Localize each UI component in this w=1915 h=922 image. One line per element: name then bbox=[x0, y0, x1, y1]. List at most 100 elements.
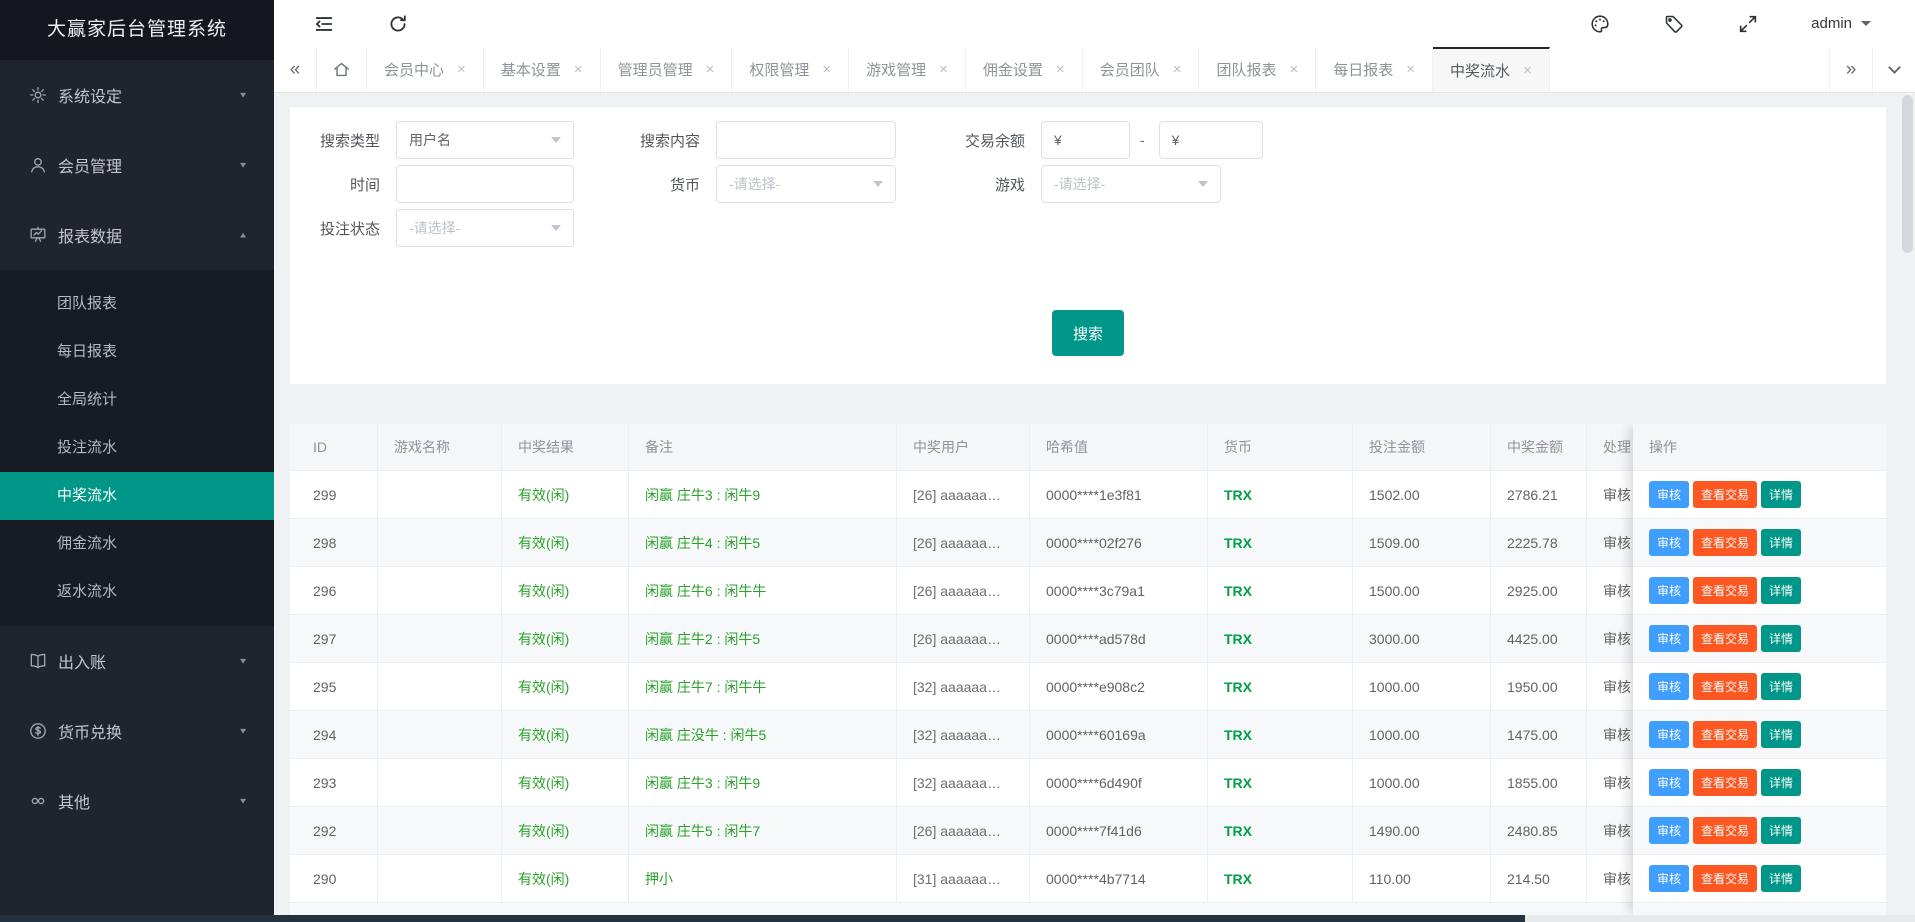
time-input[interactable] bbox=[396, 165, 574, 203]
audit-button[interactable]: 审核 bbox=[1649, 673, 1689, 700]
sidebar-item-member[interactable]: 会员管理▼ bbox=[0, 130, 274, 200]
tabs-strip: 会员中心×基本设置×管理员管理×权限管理×游戏管理×佣金设置×会员团队×团队报表… bbox=[367, 47, 1550, 92]
vertical-scrollbar-thumb[interactable] bbox=[1902, 95, 1913, 253]
tab-7[interactable]: 会员团队 × bbox=[1083, 47, 1200, 92]
detail-button[interactable]: 详情 bbox=[1761, 481, 1801, 508]
view-transaction-button[interactable]: 查看交易 bbox=[1693, 577, 1757, 604]
view-transaction-button[interactable]: 查看交易 bbox=[1693, 481, 1757, 508]
tab-operations-button[interactable] bbox=[1872, 47, 1915, 92]
refresh-icon[interactable] bbox=[387, 13, 409, 35]
sidebar-item-team-report[interactable]: 团队报表 bbox=[0, 280, 274, 328]
gear-icon bbox=[28, 85, 48, 105]
cell-currency: TRX bbox=[1208, 807, 1353, 854]
sidebar-item-commission-flow[interactable]: 佣金流水 bbox=[0, 520, 274, 568]
sidebar-item-system[interactable]: 系统设定▼ bbox=[0, 60, 274, 130]
close-icon[interactable]: × bbox=[457, 62, 466, 77]
tab-1[interactable]: 会员中心× bbox=[367, 47, 484, 92]
user-icon bbox=[28, 155, 48, 175]
tab-5[interactable]: 游戏管理× bbox=[849, 47, 966, 92]
tab-label: 权限管理 bbox=[749, 59, 809, 80]
search-button[interactable]: 搜索 bbox=[1052, 310, 1124, 356]
cell-currency: TRX bbox=[1208, 567, 1353, 614]
tag-icon[interactable] bbox=[1663, 13, 1685, 35]
currency-select[interactable]: -请选择- bbox=[716, 165, 896, 203]
tab-9[interactable]: 每日报表× bbox=[1316, 47, 1433, 92]
user-menu[interactable]: admin bbox=[1811, 15, 1871, 32]
sidebar-item-rebate-flow[interactable]: 返水流水 bbox=[0, 568, 274, 616]
search-type-select[interactable]: 用户名 bbox=[396, 121, 574, 159]
detail-button[interactable]: 详情 bbox=[1761, 529, 1801, 556]
sidebar-item-report[interactable]: 报表数据▲ bbox=[0, 200, 274, 270]
sidebar-item-other[interactable]: 其他▼ bbox=[0, 766, 274, 836]
detail-button[interactable]: 详情 bbox=[1761, 577, 1801, 604]
close-icon[interactable]: × bbox=[1523, 63, 1532, 78]
detail-button[interactable]: 详情 bbox=[1761, 769, 1801, 796]
audit-button[interactable]: 审核 bbox=[1649, 721, 1689, 748]
sidebar-item-exchange[interactable]: 货币兑换▼ bbox=[0, 696, 274, 766]
cell-bet: 1500.00 bbox=[1353, 567, 1491, 614]
cell-win: 1855.00 bbox=[1491, 759, 1587, 806]
close-icon[interactable]: × bbox=[1289, 62, 1298, 77]
form-row-2: 时间 货币 -请选择- 游戏 -请选择- bbox=[290, 165, 1886, 203]
detail-button[interactable]: 详情 bbox=[1761, 865, 1801, 892]
scroll-tabs-right-button[interactable]: » bbox=[1829, 47, 1872, 92]
audit-button[interactable]: 审核 bbox=[1649, 769, 1689, 796]
cell-hash: 0000****7f41d6 bbox=[1030, 807, 1208, 854]
view-transaction-button[interactable]: 查看交易 bbox=[1693, 673, 1757, 700]
collapse-menu-icon[interactable] bbox=[313, 13, 335, 35]
balance-min-input[interactable]: ¥ bbox=[1041, 121, 1130, 159]
sidebar-item-global-stats[interactable]: 全局统计 bbox=[0, 376, 274, 424]
tab-label: 会员团队 bbox=[1100, 59, 1160, 80]
scroll-tabs-left-button[interactable]: « bbox=[274, 47, 317, 92]
view-transaction-button[interactable]: 查看交易 bbox=[1693, 721, 1757, 748]
palette-icon[interactable] bbox=[1589, 13, 1611, 35]
detail-button[interactable]: 详情 bbox=[1761, 625, 1801, 652]
close-icon[interactable]: × bbox=[574, 62, 583, 77]
detail-button[interactable]: 详情 bbox=[1761, 817, 1801, 844]
audit-button[interactable]: 审核 bbox=[1649, 529, 1689, 556]
horizontal-scrollbar[interactable] bbox=[0, 915, 1915, 922]
balance-max-input[interactable]: ¥ bbox=[1159, 121, 1263, 159]
tab-6[interactable]: 佣金设置× bbox=[966, 47, 1083, 92]
tab-8[interactable]: 团队报表× bbox=[1199, 47, 1316, 92]
horizontal-scrollbar-thumb[interactable] bbox=[0, 915, 1525, 922]
audit-button[interactable]: 审核 bbox=[1649, 577, 1689, 604]
close-icon[interactable]: × bbox=[1173, 62, 1182, 77]
cell-result: 有效(闲) bbox=[502, 807, 629, 854]
chevron-down-icon bbox=[1861, 21, 1871, 31]
close-icon[interactable]: × bbox=[822, 62, 831, 77]
view-transaction-button[interactable]: 查看交易 bbox=[1693, 625, 1757, 652]
cell-id: 298 bbox=[290, 519, 378, 566]
tab-2[interactable]: 基本设置× bbox=[484, 47, 601, 92]
view-transaction-button[interactable]: 查看交易 bbox=[1693, 817, 1757, 844]
view-transaction-button[interactable]: 查看交易 bbox=[1693, 529, 1757, 556]
audit-button[interactable]: 审核 bbox=[1649, 865, 1689, 892]
close-icon[interactable]: × bbox=[1056, 62, 1065, 77]
tab-3[interactable]: 管理员管理× bbox=[601, 47, 733, 92]
cell-result: 有效(闲) bbox=[502, 855, 629, 902]
detail-button[interactable]: 详情 bbox=[1761, 673, 1801, 700]
cell-id: 293 bbox=[290, 759, 378, 806]
tab-10-active[interactable]: 中奖流水× bbox=[1433, 47, 1550, 92]
sidebar-item-bet-flow[interactable]: 投注流水 bbox=[0, 424, 274, 472]
close-icon[interactable]: × bbox=[1406, 62, 1415, 77]
yen-symbol: ¥ bbox=[1054, 132, 1062, 148]
cell-win: 1950.00 bbox=[1491, 663, 1587, 710]
game-select[interactable]: -请选择- bbox=[1041, 165, 1221, 203]
search-content-input[interactable] bbox=[716, 121, 896, 159]
view-transaction-button[interactable]: 查看交易 bbox=[1693, 865, 1757, 892]
tab-home[interactable] bbox=[317, 47, 367, 92]
bet-status-select[interactable]: -请选择- bbox=[396, 209, 574, 247]
close-icon[interactable]: × bbox=[939, 62, 948, 77]
sidebar-item-win-flow[interactable]: 中奖流水 bbox=[0, 472, 274, 520]
sidebar-item-daily-report[interactable]: 每日报表 bbox=[0, 328, 274, 376]
audit-button[interactable]: 审核 bbox=[1649, 817, 1689, 844]
tab-4[interactable]: 权限管理 × bbox=[732, 47, 849, 92]
fullscreen-icon[interactable] bbox=[1737, 13, 1759, 35]
close-icon[interactable]: × bbox=[706, 62, 715, 77]
audit-button[interactable]: 审核 bbox=[1649, 625, 1689, 652]
view-transaction-button[interactable]: 查看交易 bbox=[1693, 769, 1757, 796]
sidebar-item-accounts[interactable]: 出入账▼ bbox=[0, 626, 274, 696]
detail-button[interactable]: 详情 bbox=[1761, 721, 1801, 748]
audit-button[interactable]: 审核 bbox=[1649, 481, 1689, 508]
